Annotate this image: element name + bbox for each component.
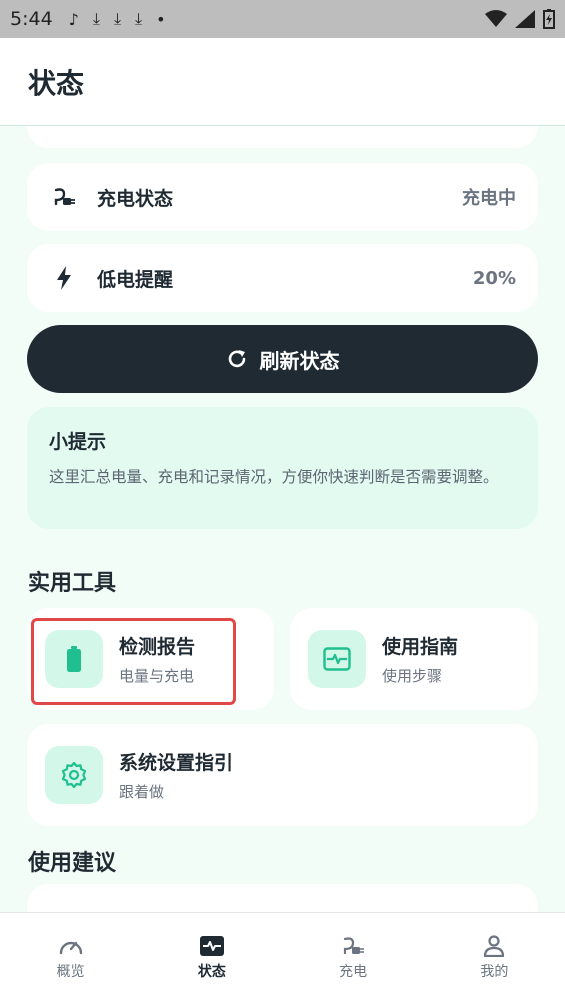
nav-item-mine[interactable]: 我的 — [424, 913, 565, 1004]
tool-usage-guide[interactable]: 使用指南 使用步骤 — [290, 608, 538, 710]
low-battery-reminder-row[interactable]: 低电提醒 20% — [27, 244, 538, 312]
tool-name: 系统设置指引 — [119, 752, 234, 774]
advice-section-title: 使用建议 — [28, 851, 117, 876]
pulse-icon — [199, 936, 224, 956]
nav-item-overview[interactable]: 概览 — [0, 913, 141, 1004]
status-bar: 5:44 ♪ ⤓ ⤓ ⤓ • — [0, 0, 565, 38]
refresh-label: 刷新状态 — [259, 348, 340, 373]
signal-icon — [515, 10, 535, 28]
plug-icon — [344, 937, 365, 955]
wifi-icon — [485, 10, 507, 27]
tool-sub: 跟着做 — [119, 783, 165, 801]
selection-highlight — [31, 618, 236, 705]
tool-system-settings-guide[interactable]: 系统设置指引 跟着做 — [27, 724, 538, 826]
nav-label: 我的 — [480, 964, 509, 980]
bottom-nav: 概览 状态 充电 我的 — [0, 912, 565, 1004]
plug-icon — [51, 186, 77, 208]
tip-card: 小提示 这里汇总电量、充电和记录情况，方便你快速判断是否需要调整。 — [27, 407, 538, 529]
gear-icon — [45, 746, 103, 804]
download-icon: ⤓ — [92, 9, 100, 28]
charging-status-row: 充电状态 充电中 — [27, 163, 538, 231]
tool-sub: 使用步骤 — [382, 667, 443, 685]
scrolled-card — [27, 126, 538, 148]
tool-name: 使用指南 — [382, 636, 459, 658]
pulse-icon — [308, 630, 366, 688]
row-value: 20% — [472, 267, 516, 289]
music-note-icon: ♪ — [68, 9, 79, 29]
refresh-icon — [228, 350, 245, 368]
battery-charging-icon — [543, 9, 555, 29]
status-content[interactable]: 充电状态 充电中 低电提醒 20% 刷新状态 小提示 这里汇总电量、充电和记录情… — [0, 126, 565, 912]
nav-label: 概览 — [56, 964, 85, 980]
page-title: 状态 — [28, 66, 85, 100]
tools-section-title: 实用工具 — [28, 571, 117, 596]
refresh-status-button[interactable]: 刷新状态 — [27, 325, 538, 393]
dot-icon: • — [156, 9, 166, 29]
speedometer-icon — [59, 941, 82, 955]
advice-card[interactable] — [27, 884, 538, 912]
nav-item-charging[interactable]: 充电 — [283, 913, 424, 1004]
nav-item-status[interactable]: 状态 — [141, 913, 282, 1004]
lightning-icon — [51, 266, 77, 290]
row-label: 低电提醒 — [97, 268, 174, 291]
nav-label: 状态 — [197, 964, 226, 980]
person-icon — [484, 935, 505, 957]
download-icon: ⤓ — [135, 9, 143, 28]
status-time: 5:44 — [10, 8, 53, 30]
tip-title: 小提示 — [49, 431, 107, 453]
tip-body: 这里汇总电量、充电和记录情况，方便你快速判断是否需要调整。 — [49, 468, 499, 486]
app-bar: 状态 — [0, 38, 565, 126]
download-icon: ⤓ — [113, 9, 122, 28]
row-label: 充电状态 — [97, 187, 174, 210]
nav-label: 充电 — [339, 964, 368, 980]
row-value: 充电中 — [462, 188, 516, 209]
